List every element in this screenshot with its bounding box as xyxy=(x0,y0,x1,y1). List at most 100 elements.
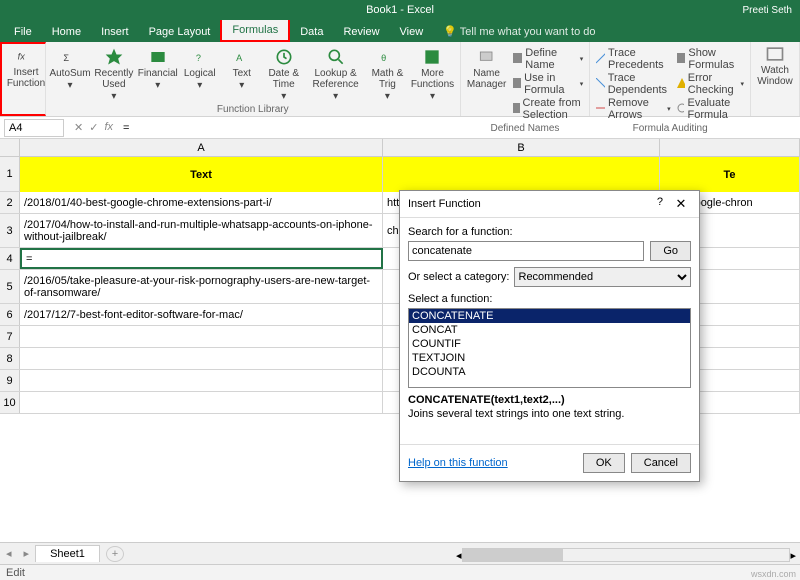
row-head-9[interactable]: 9 xyxy=(0,370,20,391)
trace-precedents-button[interactable]: Trace Precedents xyxy=(596,47,670,71)
dialog-help-icon[interactable]: ? xyxy=(657,196,663,212)
func-textjoin[interactable]: TEXTJOIN xyxy=(409,351,690,365)
name-box[interactable]: A4 xyxy=(4,119,64,137)
text-icon: A xyxy=(232,47,252,67)
add-sheet-button[interactable]: + xyxy=(106,546,124,562)
autosum-button[interactable]: ΣAutoSum▾ xyxy=(52,47,88,102)
logical-button[interactable]: ?Logical▾ xyxy=(182,47,218,102)
cell-a7[interactable] xyxy=(20,326,383,347)
scroll-right-icon[interactable]: ▸ xyxy=(790,549,796,562)
ok-button[interactable]: OK xyxy=(583,453,625,473)
col-header-c[interactable] xyxy=(660,139,800,156)
cell-a4[interactable]: = xyxy=(20,248,383,269)
window-title: Book1 - Excel xyxy=(366,4,434,16)
dialog-footer: Help on this function OK Cancel xyxy=(400,444,699,481)
cell-a10[interactable] xyxy=(20,392,383,413)
row-head-2[interactable]: 2 xyxy=(0,192,20,213)
cell-a9[interactable] xyxy=(20,370,383,391)
dialog-close-icon[interactable]: ✕ xyxy=(671,196,691,212)
fx-icon[interactable]: fx xyxy=(104,121,113,134)
enter-icon[interactable]: ✓ xyxy=(89,121,98,134)
help-link[interactable]: Help on this function xyxy=(408,457,508,469)
autosum-label: AutoSum xyxy=(49,68,90,79)
defined-names-stack: Define Name ▾ Use in Formula ▾ Create fr… xyxy=(513,47,584,121)
sheet-tab-1[interactable]: Sheet1 xyxy=(35,545,100,562)
audit-stack2: Show Formulas Error Checking ▾ Evaluate … xyxy=(677,47,744,121)
cell-a8[interactable] xyxy=(20,348,383,369)
function-library-group: ΣAutoSum▾ Recently Used▾ Financial▾ ?Log… xyxy=(46,42,461,116)
func-dcounta[interactable]: DCOUNTA xyxy=(409,365,690,379)
column-headers: A B xyxy=(0,139,800,157)
trace-dependents-button[interactable]: Trace Dependents xyxy=(596,72,670,96)
func-concat[interactable]: CONCAT xyxy=(409,323,690,337)
cell-a5[interactable]: /2016/05/take-pleasure-at-your-risk-porn… xyxy=(20,270,383,303)
tell-me[interactable]: 💡 Tell me what you want to do xyxy=(433,21,605,42)
tab-data[interactable]: Data xyxy=(290,22,333,42)
row-head-10[interactable]: 10 xyxy=(0,392,20,413)
scroll-track[interactable] xyxy=(462,548,791,562)
date-time-button[interactable]: Date & Time▾ xyxy=(266,47,302,102)
text-button[interactable]: AText▾ xyxy=(224,47,260,102)
tab-file[interactable]: File xyxy=(4,22,42,42)
category-select[interactable]: Recommended xyxy=(514,267,692,287)
cell-b1[interactable] xyxy=(383,157,660,192)
row-head-5[interactable]: 5 xyxy=(0,270,20,303)
cancel-icon[interactable]: ✕ xyxy=(74,121,83,134)
error-checking-button[interactable]: Error Checking ▾ xyxy=(677,72,744,96)
tab-home[interactable]: Home xyxy=(42,22,91,42)
eval-icon xyxy=(677,103,685,115)
use-formula-button[interactable]: Use in Formula ▾ xyxy=(513,72,584,96)
select-all[interactable] xyxy=(0,139,20,156)
name-manager-button[interactable]: Name Manager xyxy=(467,47,507,121)
cell-c1[interactable]: Te xyxy=(660,157,800,192)
row-head-4[interactable]: 4 xyxy=(0,248,20,269)
tab-scroll-left-icon[interactable]: ◂ xyxy=(0,547,18,560)
recently-used-button[interactable]: Recently Used▾ xyxy=(94,47,134,102)
go-button[interactable]: Go xyxy=(650,241,691,261)
dialog-titlebar[interactable]: Insert Function ? ✕ xyxy=(400,191,699,218)
cell-a3[interactable]: /2017/04/how-to-install-and-run-multiple… xyxy=(20,214,383,247)
show-formulas-button[interactable]: Show Formulas xyxy=(677,47,744,71)
tab-page-layout[interactable]: Page Layout xyxy=(139,22,221,42)
create-selection-button[interactable]: Create from Selection xyxy=(513,97,584,121)
row-head-1[interactable]: 1 xyxy=(0,157,20,191)
cell-a1[interactable]: Text xyxy=(20,157,383,192)
more-functions-button[interactable]: More Functions▾ xyxy=(411,47,453,102)
financial-button[interactable]: Financial▾ xyxy=(140,47,176,102)
func-concatenate[interactable]: CONCATENATE xyxy=(409,309,690,323)
watch-window-button[interactable]: Watch Window xyxy=(757,44,793,87)
tab-scroll-right-icon[interactable]: ▸ xyxy=(18,547,36,560)
svg-text:Σ: Σ xyxy=(63,53,69,63)
function-list[interactable]: CONCATENATE CONCAT COUNTIF TEXTJOIN DCOU… xyxy=(408,308,691,388)
evaluate-formula-button[interactable]: Evaluate Formula xyxy=(677,97,744,121)
formula-input[interactable]: = xyxy=(119,122,800,134)
tab-formulas[interactable]: Formulas xyxy=(220,18,290,42)
name-manager-label: Name Manager xyxy=(467,68,507,90)
search-input[interactable] xyxy=(408,241,644,261)
tab-insert[interactable]: Insert xyxy=(91,22,139,42)
col-header-a[interactable]: A xyxy=(20,139,383,156)
tab-review[interactable]: Review xyxy=(333,22,389,42)
row-head-8[interactable]: 8 xyxy=(0,348,20,369)
function-library-label: Function Library xyxy=(52,102,454,117)
horizontal-scrollbar[interactable]: ◂ ▸ xyxy=(456,546,796,564)
col-header-b[interactable]: B xyxy=(383,139,660,156)
row-head-6[interactable]: 6 xyxy=(0,304,20,325)
math-button[interactable]: θMath & Trig▾ xyxy=(369,47,405,102)
tab-view[interactable]: View xyxy=(390,22,434,42)
row-head-3[interactable]: 3 xyxy=(0,214,20,247)
show-formulas-icon xyxy=(677,53,686,65)
lookup-button[interactable]: Lookup & Reference▾ xyxy=(308,47,364,102)
row-head-7[interactable]: 7 xyxy=(0,326,20,347)
scroll-thumb[interactable] xyxy=(463,549,563,561)
cell-a2[interactable]: /2018/01/40-best-google-chrome-extension… xyxy=(20,192,383,213)
insert-function-dialog: Insert Function ? ✕ Search for a functio… xyxy=(399,190,700,482)
ribbon-tabs: File Home Insert Page Layout Formulas Da… xyxy=(0,20,800,42)
cancel-button[interactable]: Cancel xyxy=(631,453,691,473)
cell-a6[interactable]: /2017/12/7-best-font-editor-software-for… xyxy=(20,304,383,325)
insert-function-button[interactable]: fx Insert Function xyxy=(8,46,44,89)
svg-text:?: ? xyxy=(196,53,201,63)
define-name-button[interactable]: Define Name ▾ xyxy=(513,47,584,71)
remove-arrows-button[interactable]: Remove Arrows ▾ xyxy=(596,97,670,121)
func-countif[interactable]: COUNTIF xyxy=(409,337,690,351)
